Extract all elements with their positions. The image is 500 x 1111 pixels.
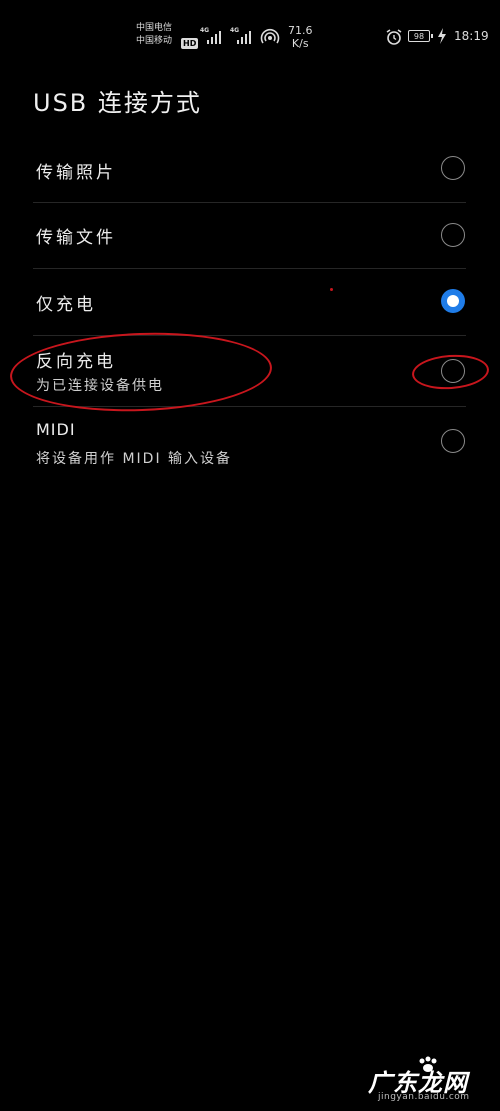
alarm-icon: [386, 29, 402, 45]
speed-value: 71.6: [288, 24, 313, 37]
radio-button-selected[interactable]: [441, 289, 465, 313]
charging-icon: [438, 28, 446, 44]
clock: 18:19: [454, 29, 489, 43]
option-charge-only[interactable]: 仅充电: [33, 269, 465, 335]
radio-button[interactable]: [441, 429, 465, 453]
carrier-2: 中国移动: [136, 36, 173, 46]
option-sublabel: 将设备用作 MIDI 输入设备: [36, 451, 233, 467]
network-speed: 71.6 K/s: [288, 24, 313, 50]
option-label: 传输照片: [36, 163, 116, 183]
option-transfer-files[interactable]: 传输文件: [33, 203, 465, 268]
speed-unit: K/s: [291, 37, 309, 50]
carrier-1: 中国电信: [136, 23, 173, 33]
signal-icon: 4G: [200, 27, 226, 45]
option-label: 仅充电: [36, 295, 96, 315]
watermark-url: jingyan.baidu.com: [378, 1092, 470, 1102]
radio-button[interactable]: [441, 156, 465, 180]
option-label: 传输文件: [36, 228, 116, 248]
option-midi[interactable]: MIDI 将设备用作 MIDI 输入设备: [33, 407, 465, 477]
watermark: 广东龙网 jingyan.baidu.com: [360, 1055, 492, 1105]
signal-icon: 4G: [230, 27, 256, 45]
option-transfer-photos[interactable]: 传输照片: [33, 138, 465, 202]
battery-icon: 98: [408, 30, 433, 42]
hd-badge: HD: [181, 38, 199, 49]
hotspot-icon: [260, 28, 280, 44]
radio-button[interactable]: [441, 223, 465, 247]
page-title: USB 连接方式: [33, 89, 202, 117]
option-label: MIDI: [36, 420, 76, 439]
carrier-info: 中国电信 中国移动: [136, 22, 172, 48]
status-bar: 中国电信 中国移动 HD 4G 4G 71.6 K/s 98 18:19: [0, 0, 500, 60]
annotation-dot: [330, 288, 333, 291]
usb-settings-screen: 中国电信 中国移动 HD 4G 4G 71.6 K/s 98 18:19 USB…: [0, 0, 500, 1111]
